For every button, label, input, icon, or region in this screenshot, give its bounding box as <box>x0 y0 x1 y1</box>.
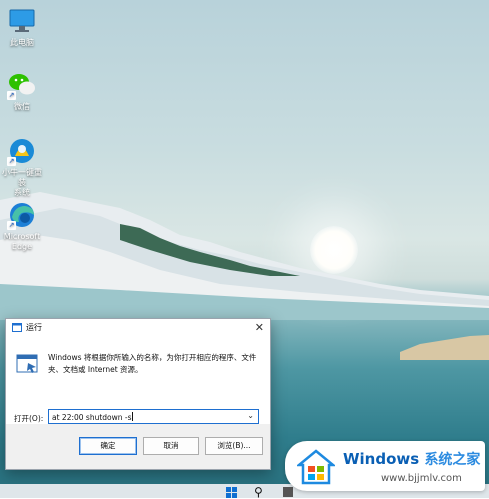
run-dialog-body: Windows 将根据你所输入的名称，为你打开相应的程序、文件夹、文档或 Int… <box>6 337 270 424</box>
desktop-icon-label: 此电脑 <box>10 38 34 47</box>
desktop-icon-edge[interactable]: ↗ Microsoft Edge <box>0 200 44 252</box>
watermark-url: www.bjjmlv.com <box>381 473 462 484</box>
watermark-brand-cn: 系统之家 <box>424 452 481 468</box>
open-label: 打开(O): <box>14 414 44 423</box>
wallpaper-shore <box>400 335 489 360</box>
desktop-icon-installer[interactable]: ↗ 小牛一键重装 系统 <box>0 136 44 198</box>
search-icon[interactable]: ⚲ <box>254 485 263 499</box>
desktop-icon-label: 小牛一键重装 系统 <box>2 168 42 197</box>
run-program-icon <box>16 354 38 373</box>
watermark-brand: Windows <box>343 450 420 468</box>
shortcut-arrow-icon: ↗ <box>7 91 16 100</box>
cancel-button[interactable]: 取消 <box>143 437 199 455</box>
run-app-icon <box>12 323 22 332</box>
shortcut-arrow-icon: ↗ <box>7 157 16 166</box>
desktop-icon-this-pc[interactable]: 此电脑 <box>0 6 44 48</box>
computer-icon <box>7 6 37 36</box>
installer-icon: ↗ <box>7 136 37 166</box>
watermark-title: Windows 系统之家 <box>343 449 480 469</box>
wechat-icon: ↗ <box>7 70 37 100</box>
run-dialog: 运行 ✕ Windows 将根据你所输入的名称，为你打开相应的程序、文件夹、文档… <box>5 318 271 470</box>
task-view-icon[interactable] <box>283 487 293 497</box>
edge-icon: ↗ <box>7 200 37 230</box>
command-input-value: at 22:00 shutdown -s <box>52 413 132 422</box>
shortcut-arrow-icon: ↗ <box>7 221 16 230</box>
desktop-icon-label: Microsoft Edge <box>3 232 41 251</box>
run-dialog-title: 运行 <box>26 323 42 332</box>
browse-button[interactable]: 浏览(B)... <box>205 437 263 455</box>
text-caret <box>131 412 133 421</box>
close-icon[interactable]: ✕ <box>255 321 264 334</box>
watermark-badge: Windows 系统之家 www.bjjmlv.com <box>285 441 485 491</box>
windows-start-icon[interactable] <box>226 487 237 498</box>
run-dialog-description: Windows 将根据你所输入的名称，为你打开相应的程序、文件夹、文档或 Int… <box>48 353 257 374</box>
desktop-icon-wechat[interactable]: ↗ 微信 <box>0 70 44 112</box>
run-dialog-titlebar[interactable]: 运行 ✕ <box>6 319 270 337</box>
windows-house-logo-icon <box>297 449 335 485</box>
desktop-icon-label: 微信 <box>14 102 30 111</box>
chevron-down-icon[interactable]: ⌄ <box>247 411 254 420</box>
wallpaper-landscape <box>0 192 489 320</box>
command-input[interactable]: at 22:00 shutdown -s ⌄ <box>48 409 259 424</box>
ok-button[interactable]: 确定 <box>79 437 137 455</box>
